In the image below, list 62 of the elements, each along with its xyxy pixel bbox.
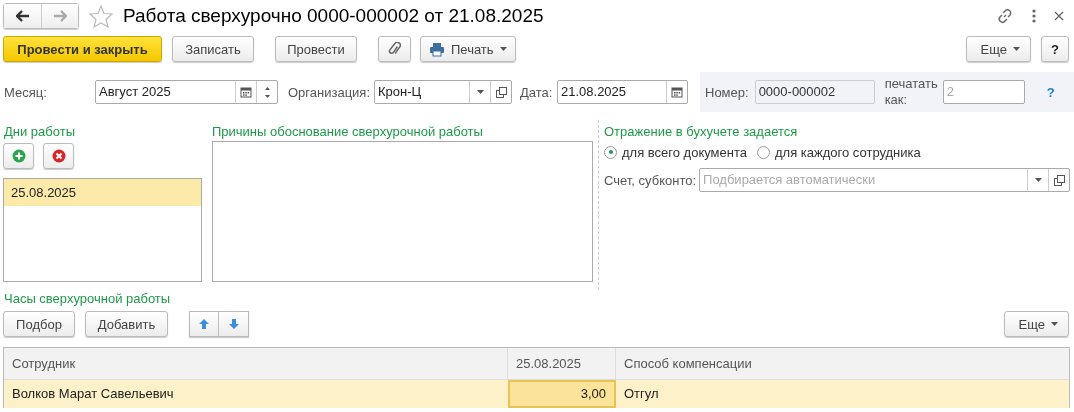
dropdown-icon [1034,178,1042,182]
attach-button[interactable] [378,36,411,62]
help-link[interactable]: ? [1046,84,1055,100]
toolbar-button[interactable]: Добавить [85,311,168,337]
more-icon[interactable] [1032,9,1036,23]
window-title: Работа сверхурочно 0000-000002 от 21.08.2025 [123,5,544,27]
calendar-icon [240,86,252,98]
post-and-close-button[interactable]: Провести и закрыть [3,36,162,62]
move-down-button[interactable] [219,311,249,337]
toolbar-button[interactable]: Подбор [3,311,75,337]
delete-icon [51,149,66,163]
number-label: Номер: [705,84,749,100]
date-label: Дата: [520,84,554,100]
list-item[interactable]: 25.08.2025 [4,179,201,206]
caret-icon [499,47,507,51]
column-header[interactable]: Сотрудник [4,348,508,380]
radio-button[interactable] [604,145,617,159]
forward-arrow-icon [53,10,67,22]
down-arrow-icon [227,318,240,330]
section-title: Отражение в бухучете задается [604,123,799,141]
section-title: Причины обоснование сверхурочной работы [212,123,484,141]
date-field[interactable]: 21.08.2025 [557,80,688,104]
month-field[interactable]: Август 2025 [95,80,278,104]
organization-label: Организация: [288,84,372,100]
table-cell: Отгул [616,380,1069,408]
close-icon[interactable] [1054,11,1064,21]
print-button[interactable]: Печать [420,36,516,62]
print-as-label: печатать как: [884,76,939,108]
back-button[interactable] [4,4,41,28]
paperclip-icon [387,42,402,56]
month-label: Месяц: [3,84,48,100]
star-icon[interactable] [89,4,113,28]
plus-icon [11,149,26,163]
delete-button[interactable] [43,143,74,169]
toolbar-button[interactable]: Записать [172,36,254,62]
column-header[interactable]: 25.08.2025 [508,348,616,380]
more-button[interactable]: Еще [1003,311,1069,337]
section-title: Дни работы [3,123,76,141]
open-icon [1053,174,1065,186]
toolbar-button[interactable]: Провести [275,36,357,62]
back-arrow-icon [15,10,30,22]
dropdown-icon [476,90,484,94]
printer-icon [429,41,445,57]
organization-field[interactable]: Крон-Ц [374,80,512,104]
table-cell: Волков Марат Савельевич [4,380,508,408]
more-button[interactable]: Еще [965,36,1032,62]
radio-button[interactable] [757,145,770,159]
open-icon [495,86,507,98]
help-button[interactable]: ? [1041,36,1069,62]
link-icon[interactable] [996,7,1014,25]
up-arrow-icon [198,318,210,330]
spinner-icon [263,85,271,99]
add-button[interactable] [3,143,34,169]
account-label: Счет, субконто: [604,172,697,188]
number-field: 0000-000002 [754,80,875,104]
caret-icon [1013,47,1021,51]
table-cell: 3,00 [508,380,616,408]
move-up-button[interactable] [189,311,219,337]
column-header[interactable]: Способ компенсации [616,348,1069,380]
calendar-icon [671,86,683,98]
section-title: Часы сверхурочной работы [3,290,172,308]
caret-icon [1051,322,1058,326]
